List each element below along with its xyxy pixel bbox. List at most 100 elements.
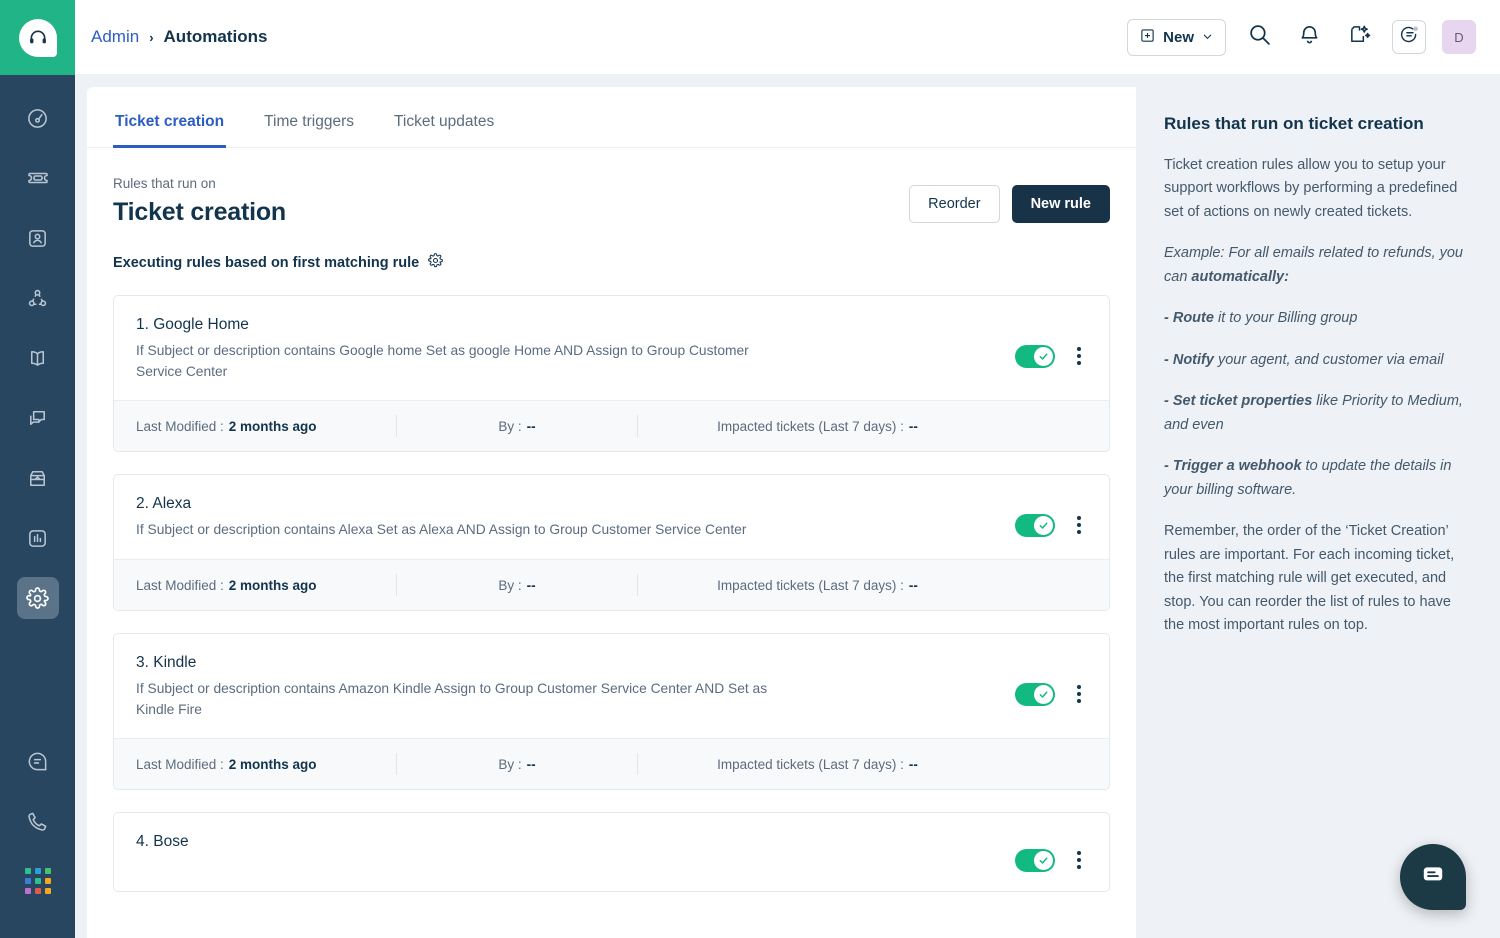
- kebab-dot: [1077, 692, 1081, 696]
- rule-impacted: Impacted tickets (Last 7 days) :--: [638, 578, 1087, 593]
- sidebar-bottom-items: [17, 740, 59, 938]
- rule-body: 1. Google Home If Subject or description…: [114, 296, 1109, 400]
- freshdesk-headset-logo: [19, 19, 57, 57]
- kebab-dot: [1077, 699, 1081, 703]
- rule-name: Bose: [153, 833, 188, 850]
- rule-body: 2. Alexa If Subject or description conta…: [114, 475, 1109, 559]
- executing-rules-row: Executing rules based on first matching …: [113, 253, 1110, 273]
- reorder-button[interactable]: Reorder: [909, 185, 999, 223]
- search-button[interactable]: [1242, 20, 1276, 54]
- rule-card[interactable]: 4. Bose: [113, 812, 1110, 892]
- impacted-value: --: [909, 578, 918, 593]
- rule-title: 4. Bose: [136, 833, 995, 851]
- rule-enabled-toggle[interactable]: [1015, 683, 1055, 706]
- side-panel-example: Example: For all emails related to refun…: [1164, 242, 1472, 289]
- new-button[interactable]: New: [1127, 19, 1226, 56]
- side-panel-bullet: - Set ticket properties like Priority to…: [1164, 390, 1472, 437]
- ai-assist-button[interactable]: [1342, 20, 1376, 54]
- notifications-bell-icon: [1298, 23, 1321, 51]
- feedback-button[interactable]: [1392, 20, 1426, 54]
- rule-more-options-button[interactable]: [1071, 343, 1087, 369]
- app-logo[interactable]: [0, 0, 75, 75]
- rule-body: 4. Bose: [114, 813, 1109, 891]
- sidebar-item-forums[interactable]: [17, 397, 59, 439]
- apps-grid-dot: [35, 878, 41, 884]
- sidebar-item-customers[interactable]: [17, 277, 59, 319]
- notifications-button[interactable]: [1292, 20, 1326, 54]
- rule-card[interactable]: 2. Alexa If Subject or description conta…: [113, 474, 1110, 611]
- top-bar-actions: New: [1127, 19, 1476, 56]
- breadcrumb-admin-link[interactable]: Admin: [91, 27, 139, 47]
- avatar[interactable]: D: [1442, 20, 1476, 54]
- toggle-knob: [1034, 516, 1053, 535]
- rule-last-modified: Last Modified : 2 months ago: [136, 578, 396, 593]
- side-panel-bullets: - Route it to your Billing group- Notify…: [1164, 307, 1472, 502]
- impacted-label: Impacted tickets (Last 7 days) :: [717, 419, 904, 434]
- help-side-panel: Rules that run on ticket creation Ticket…: [1136, 87, 1500, 938]
- rule-more-options-button[interactable]: [1071, 681, 1087, 707]
- rules-list: 1. Google Home If Subject or description…: [113, 295, 1110, 892]
- side-panel-remember: Remember, the order of the ‘Ticket Creat…: [1164, 520, 1472, 637]
- rule-more-options-button[interactable]: [1071, 512, 1087, 538]
- top-bar: Admin › Automations New: [75, 0, 1500, 75]
- rule-meta-footer: Last Modified :2 months ago By :-- Impac…: [114, 559, 1109, 610]
- kebab-dot: [1077, 516, 1081, 520]
- breadcrumb: Admin › Automations: [91, 27, 267, 47]
- toggle-knob: [1034, 347, 1053, 366]
- kebab-dot: [1077, 530, 1081, 534]
- sidebar-item-feedback[interactable]: [17, 740, 59, 782]
- sidebar-item-contacts[interactable]: [17, 217, 59, 259]
- tab-time-triggers[interactable]: Time triggers: [262, 87, 356, 148]
- kebab-dot: [1077, 685, 1081, 689]
- sidebar-item-solutions[interactable]: [17, 337, 59, 379]
- body-area: Ticket creation Time triggers Ticket upd…: [75, 75, 1500, 938]
- feedback-icon: [26, 750, 49, 773]
- rule-enabled-toggle[interactable]: [1015, 514, 1055, 537]
- rule-impacted: Impacted tickets (Last 7 days) :--: [638, 757, 1087, 772]
- search-icon: [1247, 22, 1272, 52]
- rule-more-options-button[interactable]: [1071, 847, 1087, 873]
- sidebar-item-social[interactable]: [17, 457, 59, 499]
- apps-grid-dot: [25, 868, 31, 874]
- toggle-knob: [1034, 851, 1053, 870]
- apps-grid-dot: [45, 878, 51, 884]
- by-value: --: [527, 419, 536, 434]
- last-modified-label: Last Modified :: [136, 578, 224, 593]
- page-heading-group: Rules that run on Ticket creation: [113, 176, 286, 227]
- gear-icon[interactable]: [428, 253, 443, 273]
- tab-ticket-updates[interactable]: Ticket updates: [392, 87, 496, 148]
- rule-title: 1. Google Home: [136, 316, 995, 334]
- rule-enabled-toggle[interactable]: [1015, 345, 1055, 368]
- bullet-bold: - Trigger a webhook: [1164, 458, 1302, 474]
- rule-by: By :--: [397, 757, 637, 772]
- rule-card[interactable]: 3. Kindle If Subject or description cont…: [113, 633, 1110, 790]
- last-modified-value: 2 months ago: [229, 419, 317, 434]
- breadcrumb-separator-icon: ›: [149, 30, 153, 45]
- sidebar-item-analytics[interactable]: [17, 517, 59, 559]
- page-eyebrow: Rules that run on: [113, 176, 286, 191]
- rules-scroll-area[interactable]: Rules that run on Ticket creation Reorde…: [87, 148, 1136, 938]
- apps-grid-icon: [25, 868, 51, 894]
- customers-icon: [26, 287, 49, 310]
- feedback-chat-icon: [1399, 24, 1420, 50]
- rule-card[interactable]: 1. Google Home If Subject or description…: [113, 295, 1110, 452]
- rule-enabled-toggle[interactable]: [1015, 849, 1055, 872]
- chat-fab-button[interactable]: [1400, 844, 1466, 910]
- new-rule-button[interactable]: New rule: [1012, 185, 1110, 223]
- sidebar-item-apps[interactable]: [17, 860, 59, 902]
- solutions-icon: [26, 347, 49, 370]
- tab-ticket-creation[interactable]: Ticket creation: [113, 87, 226, 148]
- sidebar-item-tickets[interactable]: [17, 157, 59, 199]
- sidebar-item-phone[interactable]: [17, 800, 59, 842]
- app-root: Admin › Automations New: [0, 0, 1500, 938]
- rule-index: 2.: [136, 495, 149, 512]
- bullet-bold: - Notify: [1164, 352, 1214, 368]
- rule-meta-footer: Last Modified :2 months ago By :-- Impac…: [114, 738, 1109, 789]
- sidebar-item-dashboard[interactable]: [17, 97, 59, 139]
- rule-text: 3. Kindle If Subject or description cont…: [136, 654, 1015, 720]
- left-sidebar: [0, 0, 75, 938]
- rule-index: 1.: [136, 316, 149, 333]
- sidebar-item-admin[interactable]: [17, 577, 59, 619]
- bullet-bold: - Set ticket properties: [1164, 393, 1312, 409]
- last-modified-value: 2 months ago: [229, 578, 317, 593]
